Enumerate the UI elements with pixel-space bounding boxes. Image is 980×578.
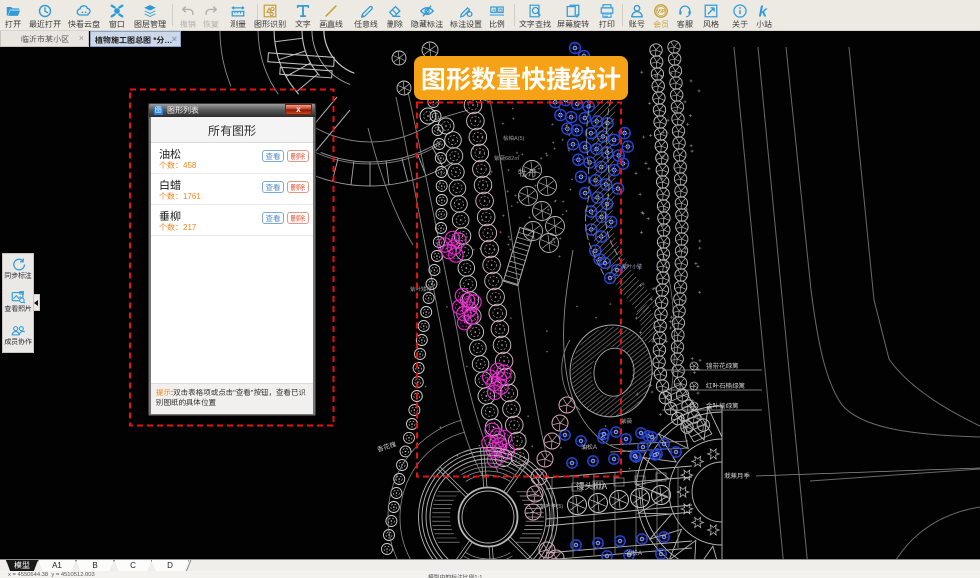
svg-text:油松A: 油松A <box>626 548 642 557</box>
svg-text:A: A <box>492 7 496 14</box>
svg-text:金叶榆绿篱: 金叶榆绿篱 <box>706 400 739 410</box>
svg-text:栽蕉月季: 栽蕉月季 <box>724 470 751 480</box>
svg-text:紫叶李(5): 紫叶李(5) <box>540 502 563 510</box>
svg-text:锦带花绿篱: 锦带花绿篱 <box>706 360 739 370</box>
svg-text:馒头柳A: 馒头柳A <box>576 480 608 492</box>
svg-text:k: k <box>759 3 769 19</box>
svg-text:牡丹: 牡丹 <box>518 166 538 179</box>
svg-text:桧柏A(5): 桧柏A(5) <box>503 134 525 142</box>
svg-text:紫叶矮樱: 紫叶矮樱 <box>410 285 433 293</box>
svg-text:B: B <box>499 7 503 14</box>
svg-text:油松A: 油松A <box>581 442 597 451</box>
svg-text:紫薇: 紫薇 <box>621 417 633 425</box>
svg-text:紫薇682㎡: 紫薇682㎡ <box>494 154 520 162</box>
svg-text:红叶石楠绿篱: 红叶石楠绿篱 <box>706 380 746 390</box>
